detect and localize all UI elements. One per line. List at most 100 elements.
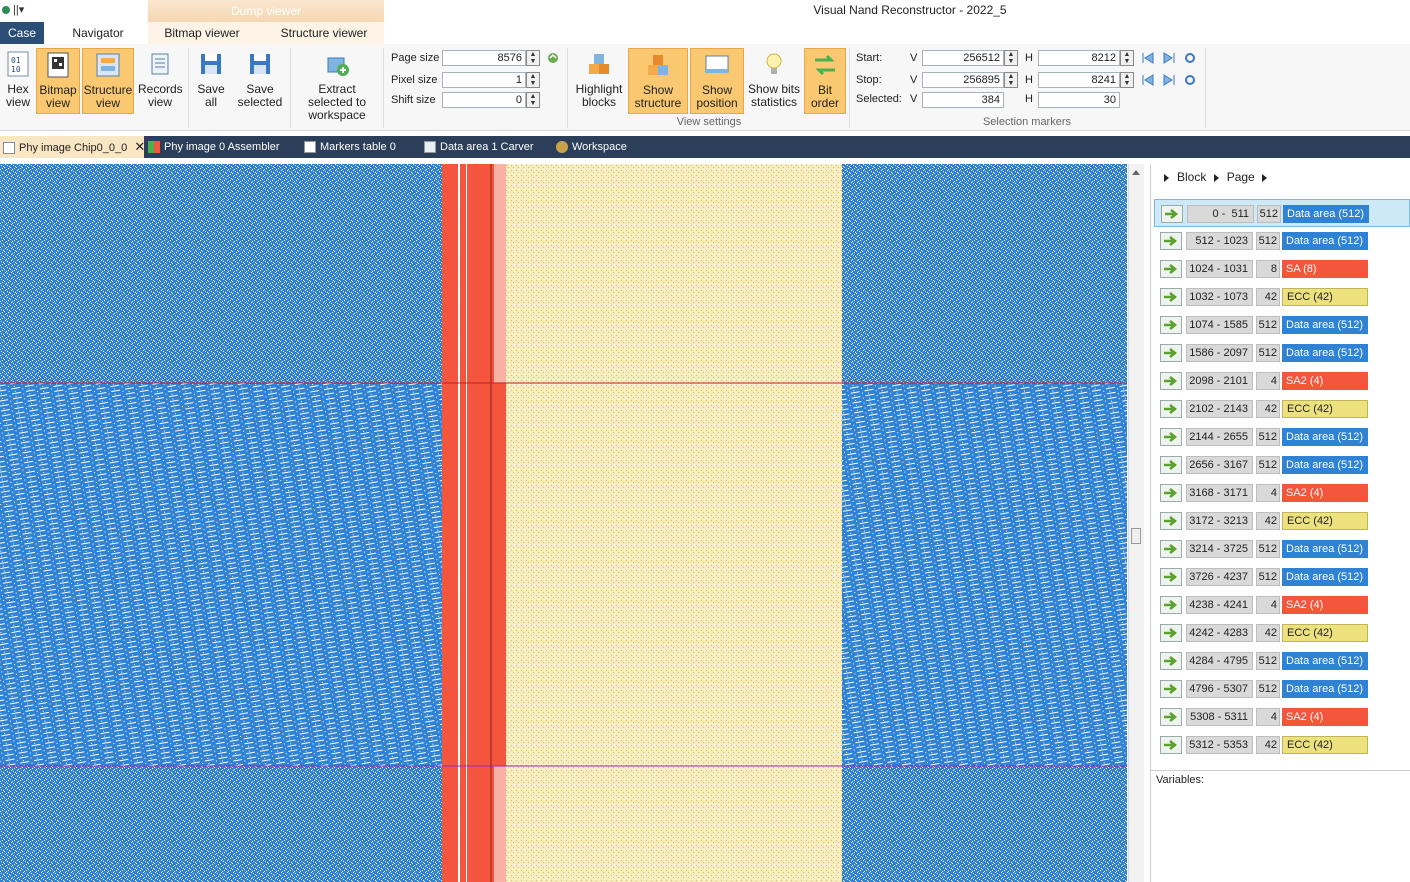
chevron-right-icon[interactable]	[1164, 173, 1169, 182]
structure-row[interactable]: 2102 - 2143 42 ECC (42)	[1154, 395, 1410, 423]
structure-row[interactable]: 5312 - 5353 42 ECC (42)	[1154, 731, 1410, 759]
stop-h-input[interactable]: 8241	[1038, 72, 1120, 88]
tab-structure-viewer[interactable]: Structure viewer	[266, 22, 382, 44]
scroll-up-arrow[interactable]	[1132, 170, 1140, 175]
structure-row[interactable]: 1032 - 1073 42 ECC (42)	[1154, 283, 1410, 311]
show-bits-statistics-button[interactable]: Show bits statistics	[746, 48, 802, 114]
structure-view-button[interactable]: Structure view	[82, 48, 134, 114]
pixel-size-input[interactable]: 1	[442, 72, 526, 88]
structure-row[interactable]: 3726 - 4237 512 Data area (512)	[1154, 563, 1410, 591]
go-arrow-icon[interactable]	[1160, 428, 1182, 446]
structure-row[interactable]: 3172 - 3213 42 ECC (42)	[1154, 507, 1410, 535]
page-size-input[interactable]: 8576	[442, 50, 526, 66]
go-arrow-icon[interactable]	[1160, 484, 1182, 502]
doc-tab-phy-image[interactable]: Phy image Chip0_0_0 ✕	[0, 136, 145, 158]
scroll-thumb[interactable]	[1131, 528, 1141, 544]
bitmap-canvas[interactable]	[0, 164, 1127, 882]
hex-view-button[interactable]: 01 10 Hex view	[2, 48, 34, 114]
go-arrow-icon[interactable]	[1160, 232, 1182, 250]
structure-row[interactable]: 4242 - 4283 42 ECC (42)	[1154, 619, 1410, 647]
save-all-button[interactable]: Save all	[192, 48, 230, 114]
go-arrow-icon[interactable]	[1160, 372, 1182, 390]
highlight-blocks-button[interactable]: Highlight blocks	[572, 48, 626, 114]
go-arrow-icon[interactable]	[1160, 316, 1182, 334]
quick-access-toolbar[interactable]: ||▾	[2, 3, 24, 16]
close-icon[interactable]: ✕	[134, 139, 145, 154]
stop-h-spinner[interactable]: ▲ ▼	[1120, 72, 1134, 88]
start-v-spinner[interactable]: ▲ ▼	[1004, 50, 1018, 66]
go-arrow-icon[interactable]	[1160, 596, 1182, 614]
structure-row[interactable]: 2144 - 2655 512 Data area (512)	[1154, 423, 1410, 451]
structure-row[interactable]: 512 - 1023 512 Data area (512)	[1154, 227, 1410, 255]
app-icon	[2, 6, 10, 15]
go-arrow-icon[interactable]	[1160, 400, 1182, 418]
tab-navigator[interactable]: Navigator	[60, 22, 136, 44]
pixel-size-spinner[interactable]: ▲ ▼	[526, 72, 540, 88]
go-to-start-icon[interactable]	[1141, 74, 1155, 86]
refresh-icon[interactable]	[1183, 52, 1197, 64]
save-selected-button[interactable]: Save selected	[234, 48, 286, 114]
refresh-icon[interactable]	[1183, 74, 1197, 86]
structure-row[interactable]: 2656 - 3167 512 Data area (512)	[1154, 451, 1410, 479]
shift-size-input[interactable]: 0	[442, 92, 526, 108]
structure-row[interactable]: 5308 - 5311 4 SA2 (4)	[1154, 703, 1410, 731]
row-range: 2098 - 2101	[1186, 372, 1253, 390]
structure-icon	[96, 53, 120, 77]
structure-row[interactable]: 0 - 511 512 Data area (512)	[1154, 199, 1410, 227]
doc-tab-assembler[interactable]: Phy image 0 Assembler	[148, 136, 280, 158]
go-arrow-icon[interactable]	[1160, 736, 1182, 754]
vertical-scrollbar[interactable]	[1128, 164, 1144, 882]
go-to-start-icon[interactable]	[1141, 52, 1155, 64]
structure-row[interactable]: 3214 - 3725 512 Data area (512)	[1154, 535, 1410, 563]
go-arrow-icon[interactable]	[1160, 344, 1182, 362]
bit-order-button[interactable]: Bit order	[804, 48, 846, 114]
chevron-right-icon[interactable]	[1213, 173, 1219, 182]
go-arrow-icon[interactable]	[1160, 260, 1182, 278]
start-v-input[interactable]: 256512	[922, 50, 1004, 66]
go-arrow-icon[interactable]	[1160, 456, 1182, 474]
chevron-right-icon[interactable]	[1262, 173, 1268, 182]
go-arrow-icon[interactable]	[1160, 540, 1182, 558]
stop-v-spinner[interactable]: ▲ ▼	[1004, 72, 1018, 88]
go-arrow-icon[interactable]	[1160, 652, 1182, 670]
start-h-input[interactable]: 8212	[1038, 50, 1120, 66]
assembler-icon	[148, 141, 160, 154]
structure-row[interactable]: 1586 - 2097 512 Data area (512)	[1154, 339, 1410, 367]
records-view-button[interactable]: Records view	[138, 48, 183, 114]
breadcrumb-block[interactable]: Block	[1177, 170, 1206, 184]
bitmap-view-button[interactable]: Bitmap view	[36, 48, 80, 114]
doc-tab-workspace[interactable]: Workspace	[556, 136, 627, 158]
start-h-spinner[interactable]: ▲ ▼	[1120, 50, 1134, 66]
structure-list[interactable]: 0 - 511 512 Data area (512) 512 - 1023 512 Da…	[1154, 199, 1410, 765]
go-arrow-icon[interactable]	[1160, 624, 1182, 642]
structure-row[interactable]: 1024 - 1031 8 SA (8)	[1154, 255, 1410, 283]
go-arrow-icon[interactable]	[1161, 205, 1183, 223]
go-arrow-icon[interactable]	[1160, 512, 1182, 530]
structure-row[interactable]: 4238 - 4241 4 SA2 (4)	[1154, 591, 1410, 619]
go-arrow-icon[interactable]	[1160, 568, 1182, 586]
page-size-spinner[interactable]: ▲ ▼	[526, 50, 540, 66]
tab-bitmap-viewer[interactable]: Bitmap viewer	[150, 22, 254, 44]
shift-size-spinner[interactable]: ▲ ▼	[526, 92, 540, 108]
structure-row[interactable]: 4796 - 5307 512 Data area (512)	[1154, 675, 1410, 703]
quick-access-menu[interactable]: ||▾	[13, 4, 24, 16]
show-structure-button[interactable]: Show structure	[628, 48, 688, 114]
structure-row[interactable]: 2098 - 2101 4 SA2 (4)	[1154, 367, 1410, 395]
structure-row[interactable]: 1074 - 1585 512 Data area (512)	[1154, 311, 1410, 339]
doc-tab-data-carver[interactable]: Data area 1 Carver	[424, 136, 534, 158]
go-arrow-icon[interactable]	[1160, 708, 1182, 726]
extract-selected-button[interactable]: Extract selected to workspace	[294, 48, 380, 122]
stop-v-input[interactable]: 256895	[922, 72, 1004, 88]
go-to-end-icon[interactable]	[1162, 52, 1176, 64]
go-arrow-icon[interactable]	[1160, 288, 1182, 306]
doc-tab-markers-table[interactable]: Markers table 0	[304, 136, 396, 158]
go-arrow-icon[interactable]	[1160, 680, 1182, 698]
show-position-button[interactable]: Show position	[690, 48, 744, 114]
go-to-end-icon[interactable]	[1162, 74, 1176, 86]
tab-case[interactable]: Case	[0, 22, 44, 44]
apply-refresh-icon[interactable]	[545, 51, 561, 65]
breadcrumb-page[interactable]: Page	[1227, 170, 1255, 184]
document-tab-bar: Phy image Chip0_0_0 ✕ Phy image 0 Assemb…	[0, 136, 1410, 158]
structure-row[interactable]: 4284 - 4795 512 Data area (512)	[1154, 647, 1410, 675]
structure-row[interactable]: 3168 - 3171 4 SA2 (4)	[1154, 479, 1410, 507]
